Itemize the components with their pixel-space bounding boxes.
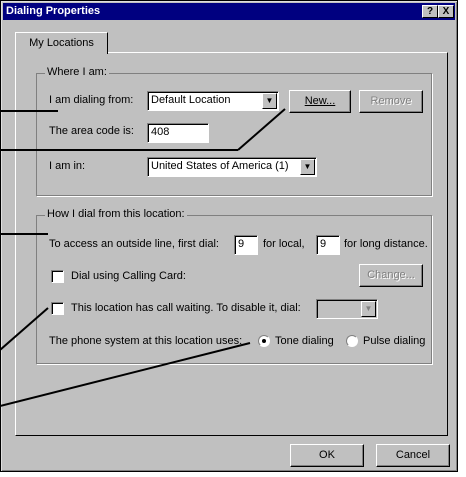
- country-label: I am in:: [49, 160, 86, 172]
- area-code-value: 408: [151, 126, 170, 138]
- for-local-label: for local,: [263, 238, 305, 250]
- chevron-down-icon[interactable]: ▼: [300, 159, 315, 175]
- calling-card-label: Dial using Calling Card:: [71, 270, 186, 282]
- dialing-properties-dialog: Dialing Properties ? X My Locations Wher…: [0, 0, 466, 477]
- tone-dialing-radio[interactable]: [258, 335, 270, 347]
- dialog-frame: Dialing Properties ? X My Locations Wher…: [0, 0, 458, 472]
- for-long-distance-label: for long distance.: [344, 238, 428, 250]
- where-i-am-legend: Where I am:: [45, 66, 109, 78]
- chevron-down-icon[interactable]: ▼: [361, 301, 376, 317]
- tone-dialing-label: Tone dialing: [275, 335, 334, 347]
- where-i-am-group: Where I am: I am dialing from: Default L…: [36, 66, 432, 196]
- close-button[interactable]: X: [438, 5, 454, 18]
- pulse-dialing-radio[interactable]: [346, 335, 358, 347]
- ok-button[interactable]: OK: [290, 444, 364, 467]
- cancel-button[interactable]: Cancel: [376, 444, 450, 467]
- area-code-input[interactable]: 408: [147, 123, 209, 143]
- long-distance-prefix-input[interactable]: 9: [316, 235, 340, 255]
- help-button[interactable]: ?: [422, 5, 438, 18]
- dialing-from-select[interactable]: Default Location ▼: [147, 91, 279, 111]
- call-waiting-select[interactable]: ▼: [316, 299, 378, 319]
- new-location-label: New...: [304, 95, 336, 107]
- how-i-dial-legend: How I dial from this location:: [45, 208, 187, 220]
- change-calling-card-button[interactable]: Change...: [359, 264, 423, 287]
- dialing-from-value: Default Location: [151, 94, 231, 106]
- country-select[interactable]: United States of America (1) ▼: [147, 157, 317, 177]
- call-waiting-label: This location has call waiting. To disab…: [71, 302, 301, 314]
- window-title: Dialing Properties: [6, 5, 101, 17]
- phone-system-label: The phone system at this location uses:: [49, 335, 243, 347]
- radio-selected-dot: [262, 339, 266, 343]
- pulse-dialing-label: Pulse dialing: [363, 335, 426, 347]
- tab-my-locations[interactable]: My Locations: [15, 32, 108, 54]
- calling-card-checkbox[interactable]: [51, 270, 64, 283]
- remove-location-button[interactable]: Remove: [359, 90, 423, 113]
- local-prefix-input[interactable]: 9: [234, 235, 258, 255]
- tab-label: My Locations: [29, 37, 94, 49]
- local-prefix-value: 9: [238, 238, 245, 250]
- chevron-down-icon[interactable]: ▼: [262, 93, 277, 109]
- dialing-from-label: I am dialing from:: [49, 94, 134, 106]
- long-distance-prefix-value: 9: [320, 238, 327, 250]
- help-icon: ?: [426, 6, 434, 17]
- remove-location-label: Remove: [370, 95, 412, 107]
- call-waiting-checkbox[interactable]: [51, 302, 64, 315]
- country-value: United States of America (1): [151, 160, 289, 172]
- how-i-dial-group: How I dial from this location: To access…: [36, 208, 432, 364]
- area-code-label: The area code is:: [49, 125, 134, 137]
- change-calling-card-label: Change...: [367, 269, 415, 281]
- cancel-label: Cancel: [395, 449, 431, 461]
- close-icon: X: [442, 6, 450, 17]
- tab-page: Where I am: I am dialing from: Default L…: [15, 52, 448, 436]
- outside-line-label: To access an outside line, first dial:: [49, 238, 219, 250]
- title-bar: Dialing Properties: [3, 3, 455, 20]
- ok-label: OK: [319, 449, 335, 461]
- new-location-button[interactable]: New...: [289, 90, 351, 113]
